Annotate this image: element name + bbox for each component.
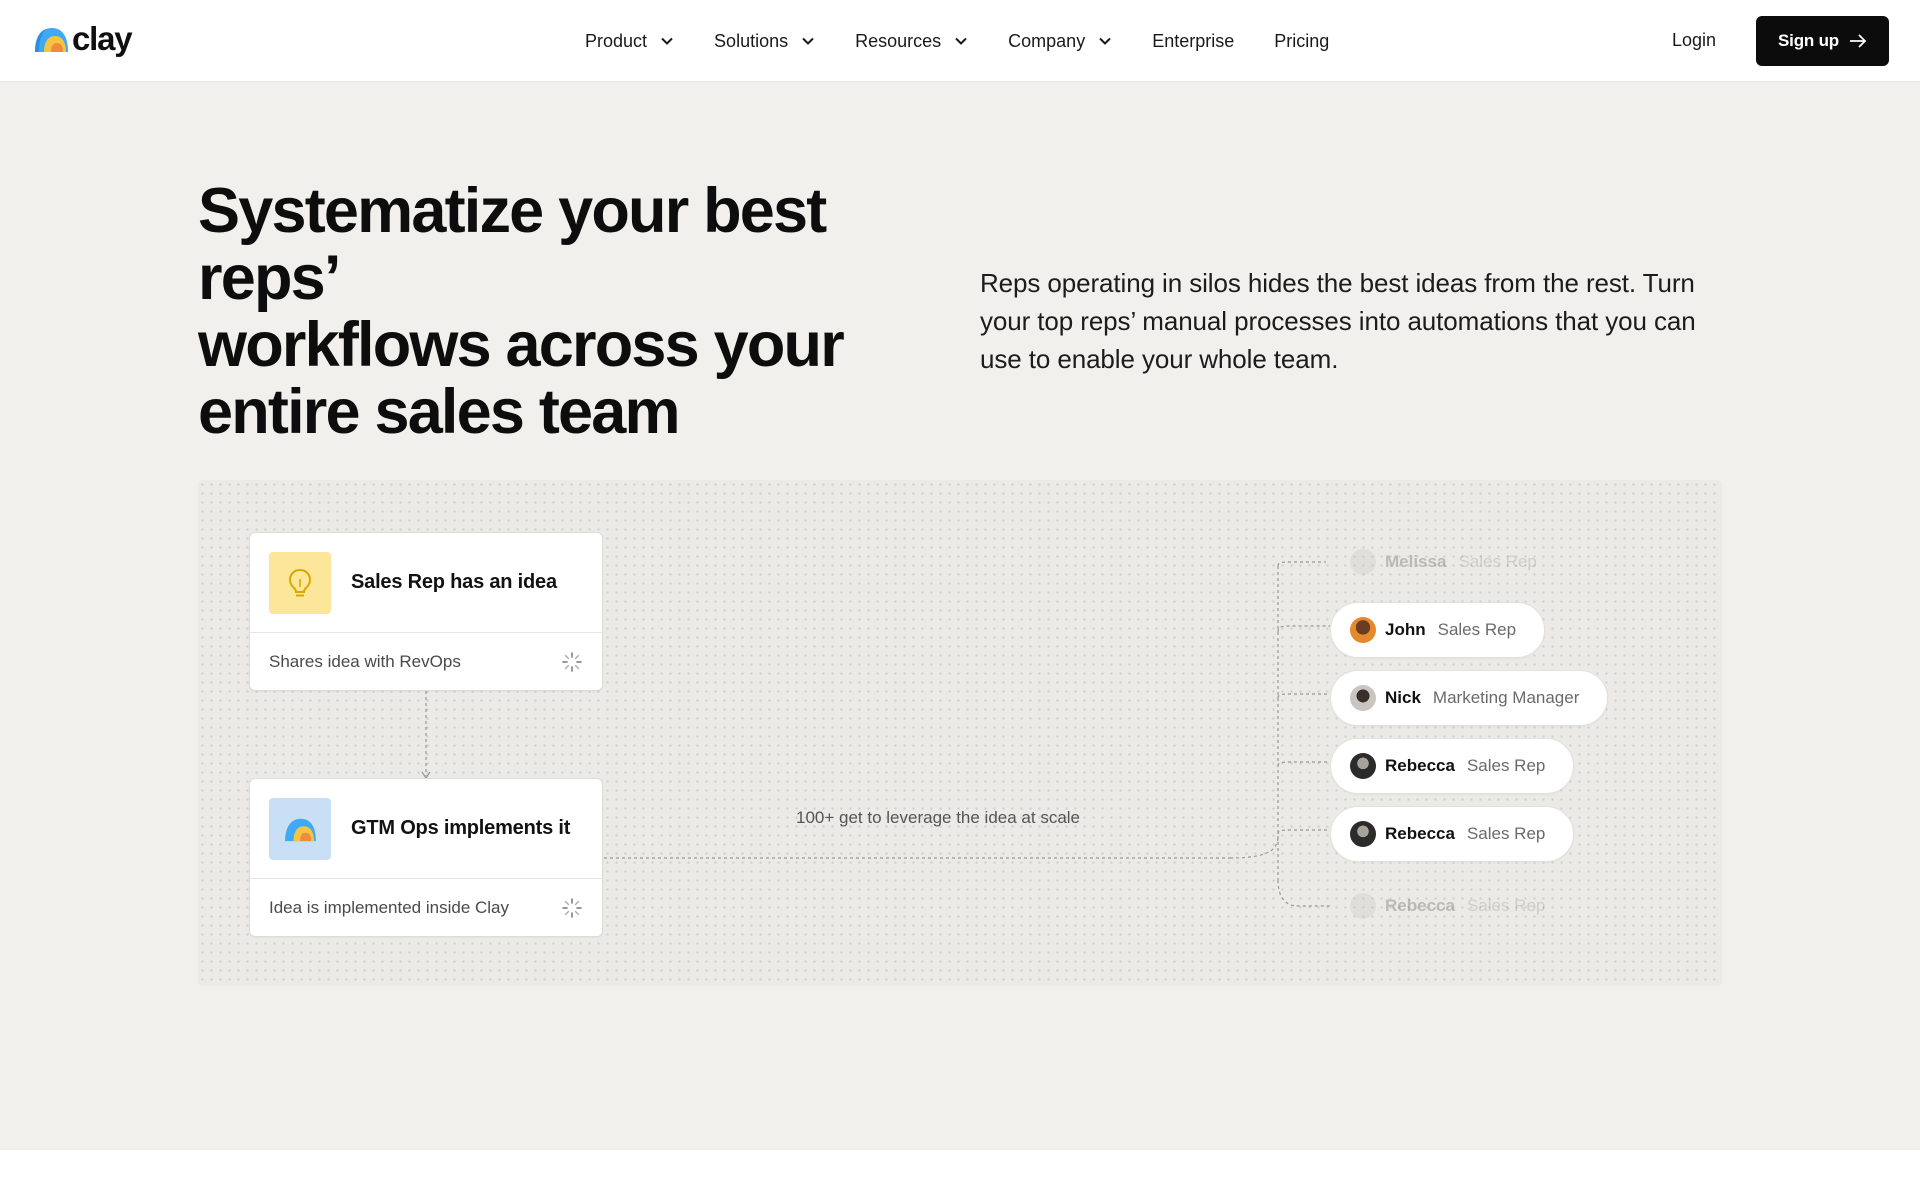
- avatar: [1350, 893, 1376, 919]
- chevron-down-icon: [802, 37, 814, 45]
- idea-card-subtitle: Shares idea with RevOps: [269, 651, 461, 671]
- person-role: Marketing Manager: [1432, 688, 1580, 707]
- ops-card: GTM Ops implements it Idea is implemente…: [249, 778, 603, 937]
- nav-item-label: Product: [585, 30, 648, 51]
- idea-card: Sales Rep has an idea Shares idea with R…: [249, 532, 603, 691]
- title-line: entire sales team: [198, 377, 681, 447]
- signup-button[interactable]: Sign up: [1756, 16, 1889, 66]
- nav-item-label: Enterprise: [1152, 30, 1235, 51]
- login-link[interactable]: Login: [1672, 30, 1716, 51]
- person-name: Nick: [1385, 688, 1421, 707]
- idea-card-header: Sales Rep has an idea: [250, 533, 602, 633]
- main-menu: Product Solutions Resources Company Ente…: [585, 0, 1369, 82]
- person-name: Rebecca: [1385, 896, 1455, 915]
- chevron-down-icon: [955, 37, 967, 45]
- nav-item-label: Company: [1008, 30, 1086, 51]
- idea-card-footer: Shares idea with RevOps: [250, 633, 602, 690]
- nav-item-label: Resources: [855, 30, 942, 51]
- person-name: Rebecca: [1385, 824, 1455, 843]
- signup-label: Sign up: [1778, 31, 1839, 50]
- nav-item-label: Pricing: [1274, 30, 1330, 51]
- nav-item-product[interactable]: Product: [585, 31, 674, 52]
- person-role: Sales Rep: [1466, 756, 1546, 775]
- person-role: Sales Rep: [1466, 896, 1546, 915]
- nav-item-enterprise[interactable]: Enterprise: [1152, 31, 1234, 52]
- top-nav: clay Product Solutions Resources Company…: [0, 0, 1920, 82]
- ops-card-header: GTM Ops implements it: [250, 779, 602, 879]
- loading-spinner-icon: [562, 897, 582, 918]
- person-role: Sales Rep: [1466, 824, 1546, 843]
- person-name: Rebecca: [1385, 756, 1455, 775]
- person-name: Melissa: [1385, 552, 1447, 571]
- nav-item-resources[interactable]: Resources: [855, 31, 968, 52]
- chevron-down-icon: [1099, 37, 1111, 45]
- person-name: John: [1385, 620, 1426, 639]
- avatar: [1350, 549, 1376, 575]
- clay-logo-icon: [269, 797, 331, 860]
- person-pill: Nick Marketing Manager: [1330, 670, 1609, 726]
- clay-logo[interactable]: clay: [32, 20, 133, 57]
- person-role: Sales Rep: [1437, 620, 1517, 639]
- clay-logo-icon: [35, 27, 68, 52]
- person-role: Sales Rep: [1458, 552, 1537, 571]
- idea-card-title: Sales Rep has an idea: [351, 571, 557, 593]
- next-section: [0, 1150, 1920, 1200]
- ops-card-title: GTM Ops implements it: [351, 817, 571, 839]
- person-pill: Rebecca Sales Rep: [1330, 878, 1574, 934]
- person-pill: John Sales Rep: [1330, 602, 1546, 658]
- person-pill: Rebecca Sales Rep: [1330, 806, 1575, 862]
- workflow-diagram: Sales Rep has an idea Shares idea with R…: [198, 480, 1722, 986]
- ops-card-footer: Idea is implemented inside Clay: [250, 879, 602, 936]
- lightbulb-icon: [269, 551, 331, 614]
- person-pill: Rebecca Sales Rep: [1330, 738, 1575, 794]
- nav-item-pricing[interactable]: Pricing: [1274, 31, 1329, 52]
- ops-card-subtitle: Idea is implemented inside Clay: [269, 897, 510, 917]
- chevron-down-icon: [661, 37, 673, 45]
- title-line: Systematize your best reps’: [198, 176, 827, 313]
- arrow-right-icon: [1849, 34, 1867, 48]
- nav-item-solutions[interactable]: Solutions: [714, 31, 815, 52]
- loading-spinner-icon: [562, 651, 582, 672]
- person-pill: Melissa Sales Rep: [1330, 534, 1566, 590]
- hero-description: Reps operating in silos hides the best i…: [980, 268, 1696, 374]
- avatar: [1350, 821, 1376, 847]
- nav-item-label: Solutions: [714, 30, 789, 51]
- avatar: [1350, 753, 1376, 779]
- scale-label: 100+ get to leverage the idea at scale: [796, 808, 1081, 827]
- title-line: workflows across your: [198, 310, 845, 380]
- page-title: Systematize your best reps’ workflows ac…: [198, 178, 978, 446]
- avatar: [1350, 685, 1376, 711]
- logo-text: clay: [72, 20, 133, 57]
- nav-item-company[interactable]: Company: [1008, 31, 1112, 52]
- avatar: [1350, 617, 1376, 643]
